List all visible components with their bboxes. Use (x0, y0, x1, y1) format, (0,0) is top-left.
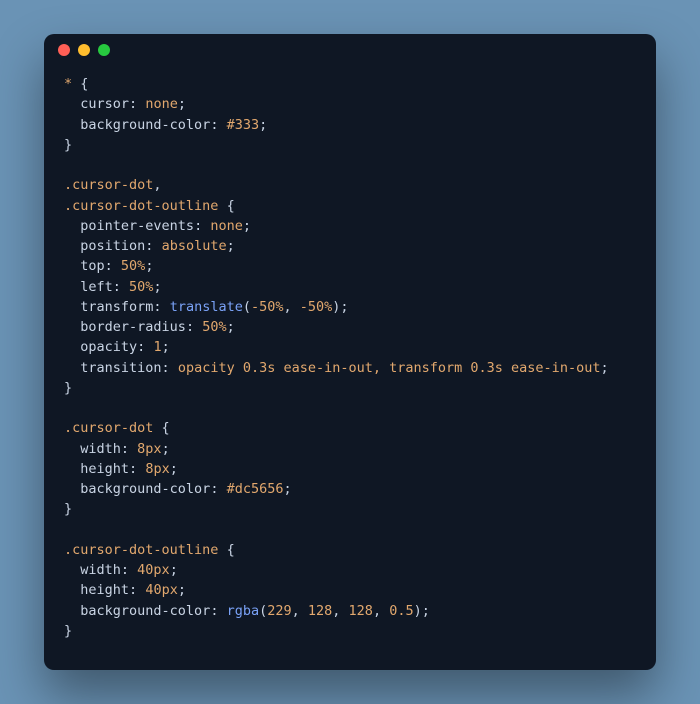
zoom-icon[interactable] (98, 44, 110, 56)
minimize-icon[interactable] (78, 44, 90, 56)
code-window: * { cursor: none; background-color: #333… (44, 34, 656, 670)
window-titlebar (44, 34, 656, 66)
code-editor: * { cursor: none; background-color: #333… (44, 66, 656, 661)
close-icon[interactable] (58, 44, 70, 56)
